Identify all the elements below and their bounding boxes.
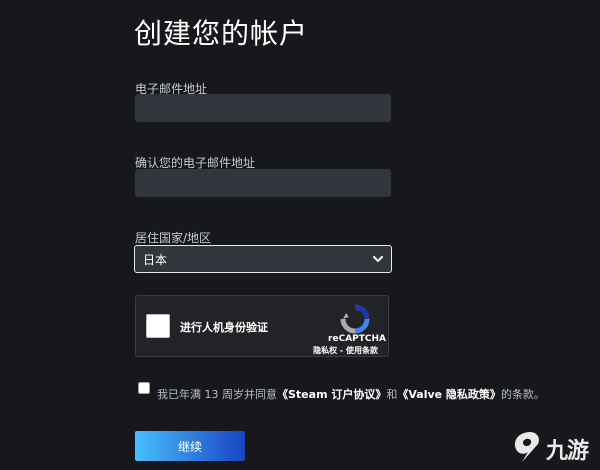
continue-button[interactable]: 继续 bbox=[135, 431, 245, 461]
confirm-email-input[interactable] bbox=[135, 169, 391, 197]
agreement-conjunction: 和 bbox=[386, 388, 398, 401]
jiuyou-logo-icon bbox=[514, 432, 540, 462]
agreement-checkbox[interactable] bbox=[138, 382, 150, 394]
steam-agreement-link[interactable]: 《Steam 订户协议》 bbox=[277, 388, 386, 401]
watermark-text: 九游 bbox=[546, 439, 589, 464]
page-title: 创建您的帐户 bbox=[134, 17, 309, 50]
valve-privacy-link[interactable]: 《Valve 隐私政策》 bbox=[397, 388, 501, 401]
recaptcha-widget: 进行人机身份验证 reCAPTCHA 隐私权 - 使用条款 bbox=[135, 295, 389, 357]
continue-button-label: 继续 bbox=[177, 439, 202, 454]
agreement-suffix: 的条款。 bbox=[500, 388, 545, 401]
recaptcha-logo-icon bbox=[340, 304, 370, 334]
country-select[interactable]: 日本 bbox=[134, 245, 392, 273]
agreement-prefix: 我已年满 13 周岁并同意 bbox=[157, 388, 277, 401]
country-selected-value: 日本 bbox=[143, 252, 168, 267]
recaptcha-checkbox[interactable] bbox=[146, 314, 170, 338]
country-label: 居住国家/地区 bbox=[135, 231, 212, 245]
chevron-down-icon bbox=[373, 256, 383, 262]
recaptcha-brand: reCAPTCHA bbox=[328, 334, 386, 344]
agreement-text: 我已年满 13 周岁并同意《Steam 订户协议》和《Valve 隐私政策》的条… bbox=[157, 386, 545, 402]
email-input[interactable] bbox=[135, 94, 391, 122]
recaptcha-links[interactable]: 隐私权 - 使用条款 bbox=[313, 345, 378, 356]
recaptcha-label: 进行人机身份验证 bbox=[180, 321, 268, 334]
